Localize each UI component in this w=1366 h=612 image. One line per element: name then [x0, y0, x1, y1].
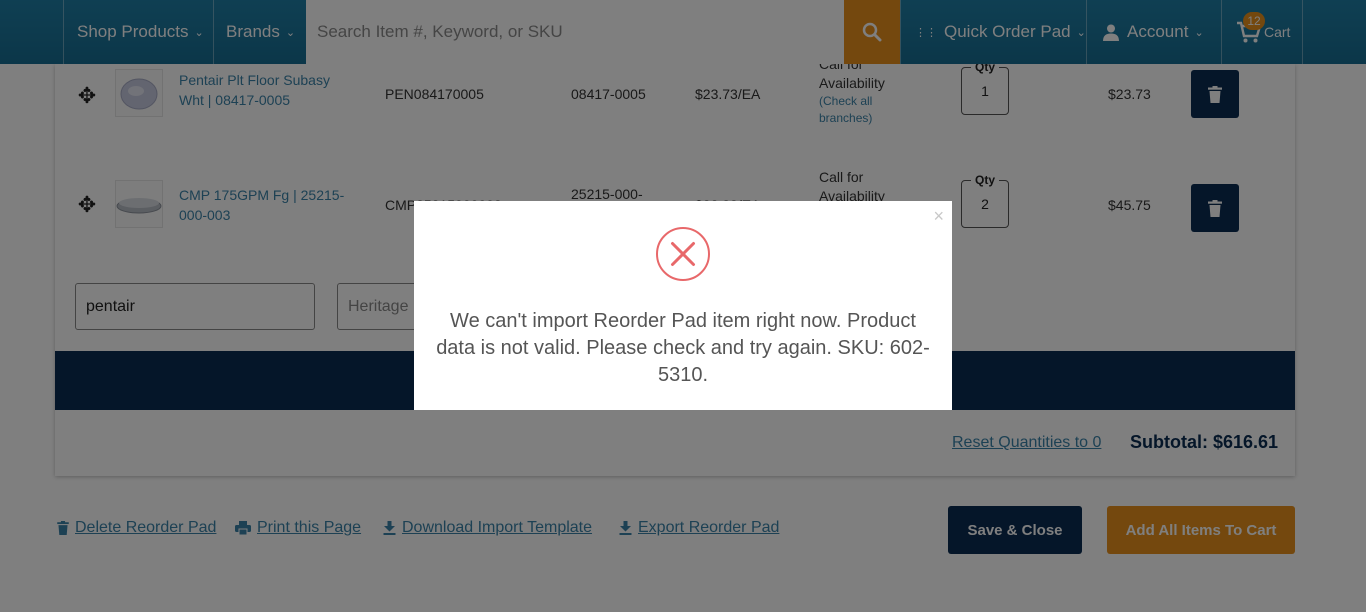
- error-x-icon: [656, 227, 710, 281]
- error-message: We can't import Reorder Pad item right n…: [436, 310, 930, 386]
- close-icon[interactable]: ×: [933, 206, 944, 227]
- error-modal: × We can't import Reorder Pad item right…: [414, 201, 952, 410]
